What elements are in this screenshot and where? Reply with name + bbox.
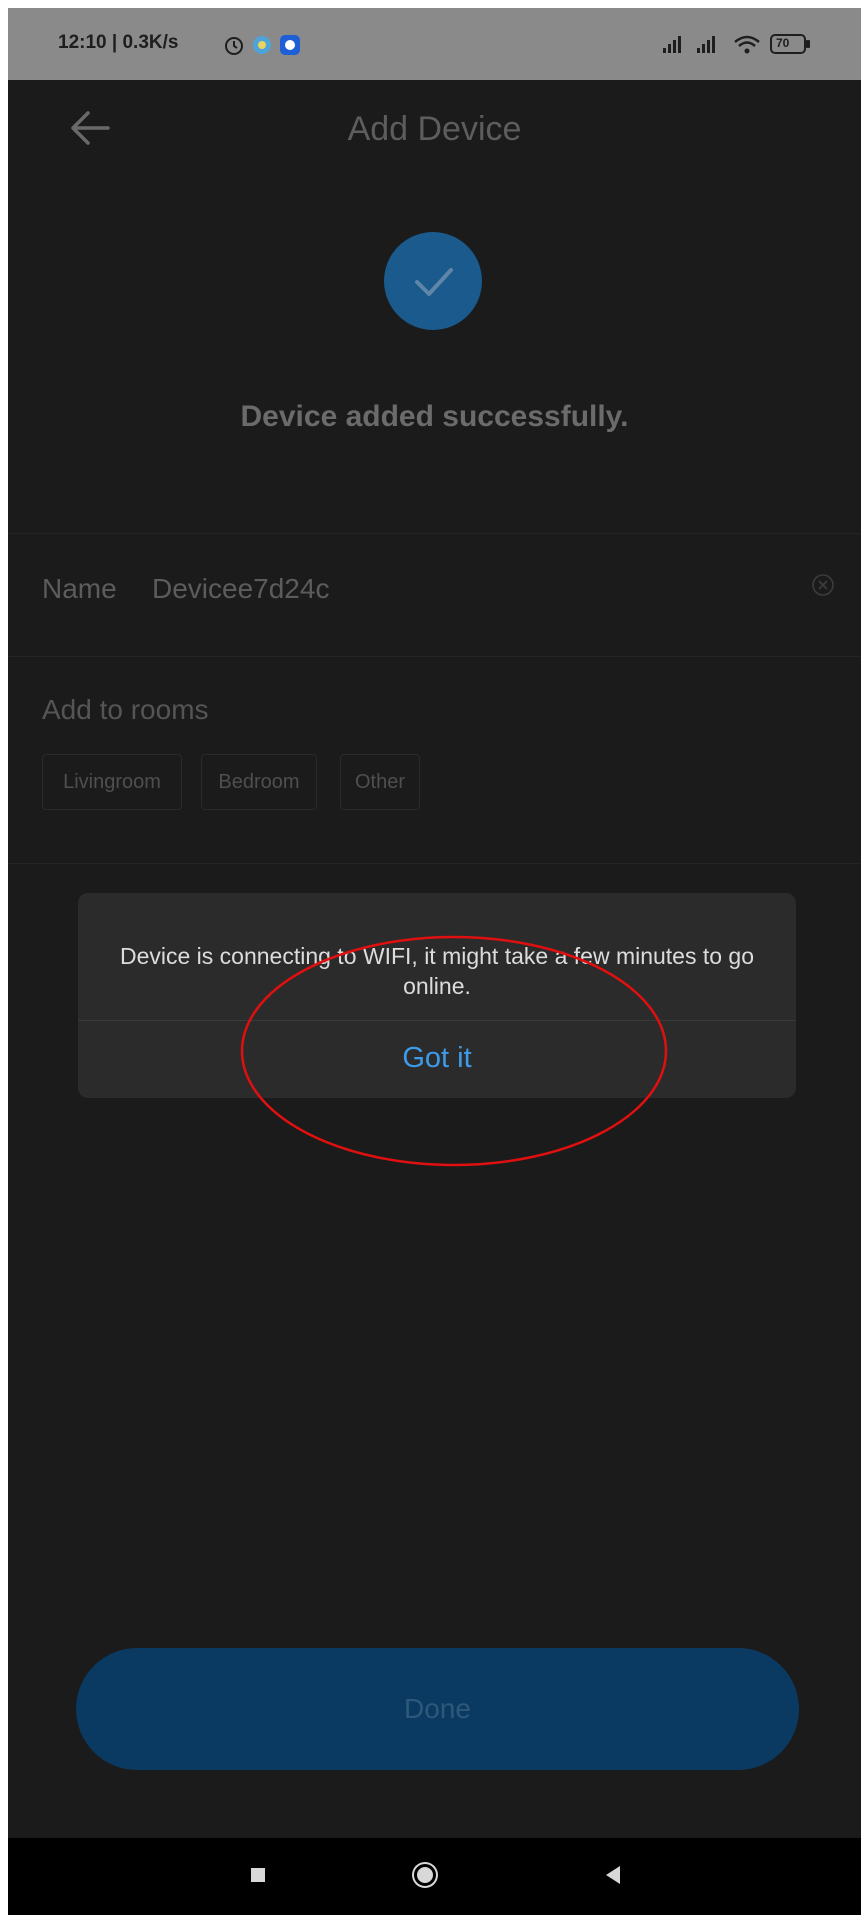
room-chip-other[interactable]: Other (340, 754, 420, 810)
home-icon[interactable] (414, 1864, 436, 1886)
info-dialog: Device is connecting to WIFI, it might t… (78, 893, 796, 1098)
alarm-icon (225, 37, 243, 55)
status-bar: 12:10 | 0.3K/s 70 (8, 8, 861, 80)
messenger-icon (280, 35, 300, 55)
section-divider (8, 533, 861, 534)
dialog-message: Device is connecting to WIFI, it might t… (119, 943, 755, 999)
room-chip-livingroom[interactable]: Livingroom (42, 754, 182, 810)
done-button[interactable]: Done (76, 1648, 799, 1770)
battery-icon: 70 (770, 33, 812, 55)
app-header: Add Device (8, 80, 861, 176)
recents-icon[interactable] (251, 1868, 265, 1882)
success-check-icon (384, 232, 482, 330)
phone-screen: 12:10 | 0.3K/s 70 Add Device Device adde… (8, 8, 861, 1915)
device-name-input[interactable]: Devicee7d24c (152, 573, 329, 605)
success-message: Device added successfully. (240, 400, 629, 433)
app-notification-icon (253, 36, 271, 54)
signal-icon (663, 36, 681, 53)
dialog-divider (78, 1020, 796, 1021)
name-label: Name (42, 573, 117, 604)
wifi-icon (734, 35, 760, 54)
back-icon[interactable] (606, 1866, 620, 1884)
battery-level: 70 (776, 36, 790, 50)
row-divider (8, 656, 861, 657)
clear-icon[interactable] (810, 572, 836, 598)
section-divider-2 (8, 863, 861, 864)
system-nav-bar (8, 1838, 861, 1915)
page-title: Add Device (347, 110, 522, 148)
status-time: 12:10 | 0.3K/s (58, 32, 179, 53)
signal-icon-2 (697, 36, 715, 53)
rooms-label: Add to rooms (42, 694, 209, 725)
room-chip-bedroom[interactable]: Bedroom (201, 754, 317, 810)
got-it-button[interactable]: Got it (78, 1033, 796, 1083)
